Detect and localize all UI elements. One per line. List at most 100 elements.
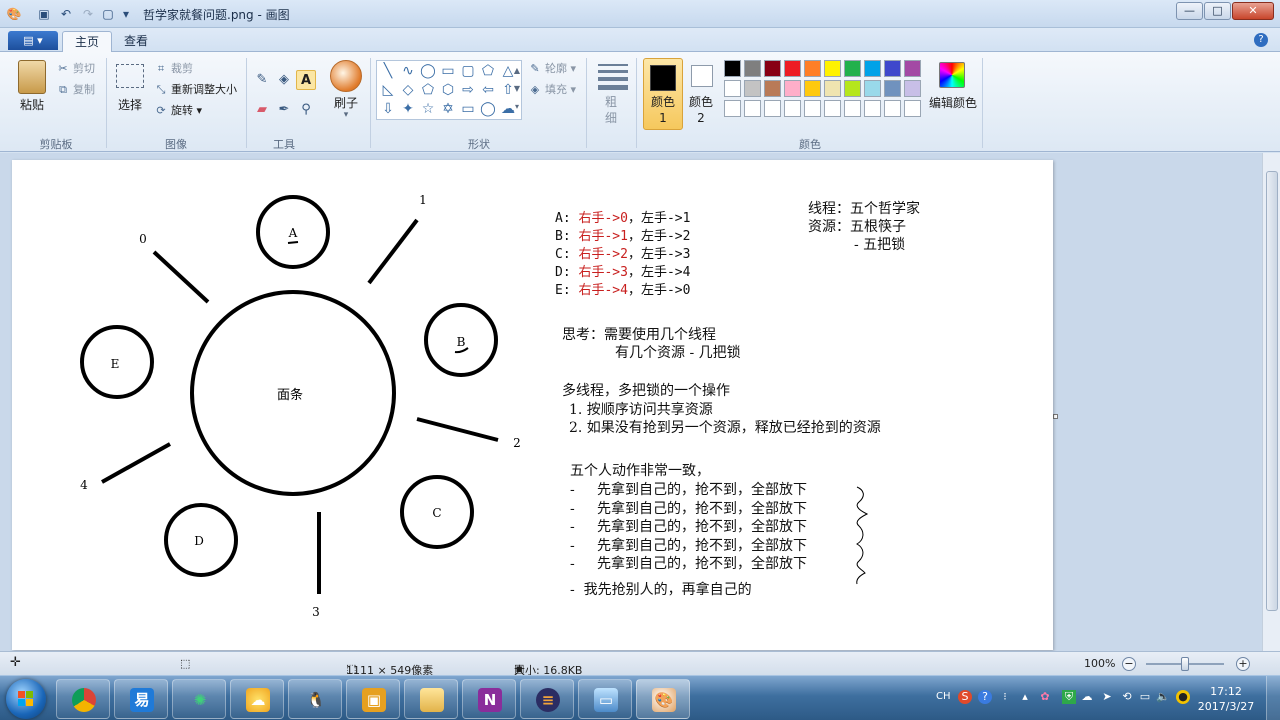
paint-app-icon[interactable]: 🎨	[6, 6, 22, 22]
palette-color-swatch[interactable]	[864, 60, 881, 77]
notification-tray-icon[interactable]: ●	[1176, 690, 1190, 704]
sogou-icon[interactable]: S	[958, 690, 972, 704]
help-tray-icon[interactable]: ?	[978, 690, 992, 704]
palette-color-swatch[interactable]	[824, 80, 841, 97]
taskbar-eclipse[interactable]: ≡	[520, 679, 574, 719]
taskbar-app-blue[interactable]: 易	[114, 679, 168, 719]
palette-color-swatch[interactable]	[804, 80, 821, 97]
pentagon-shape-icon[interactable]: ⬠	[419, 81, 437, 99]
rectangle-callout-shape-icon[interactable]: ▭	[459, 100, 477, 118]
customize-quick-access-icon[interactable]: ▾	[118, 6, 134, 22]
tab-view[interactable]: 查看	[112, 31, 160, 52]
zoom-in-button[interactable]: +	[1236, 657, 1250, 671]
oval-callout-shape-icon[interactable]: ◯	[479, 100, 497, 118]
security-tray-icon[interactable]: ⛨	[1062, 690, 1076, 704]
palette-color-swatch[interactable]	[744, 60, 761, 77]
palette-color-swatch[interactable]	[764, 100, 781, 117]
new-file-icon[interactable]: ▢	[100, 6, 116, 22]
ime-options-icon[interactable]: ⁝	[998, 690, 1012, 704]
palette-color-swatch[interactable]	[884, 100, 901, 117]
undo-icon[interactable]: ↶	[58, 6, 74, 22]
palette-color-swatch[interactable]	[904, 60, 921, 77]
resize-handle-right[interactable]	[1053, 414, 1058, 419]
brushes-button[interactable]: 刷子	[328, 94, 364, 111]
color-picker-icon[interactable]: ✒	[274, 100, 294, 120]
line-shape-icon[interactable]: ╲	[379, 62, 397, 80]
palette-color-swatch[interactable]	[724, 100, 741, 117]
outline-button[interactable]: ✎ 轮廓 ▾	[528, 60, 576, 76]
polygon-shape-icon[interactable]: ⬠	[479, 62, 497, 80]
taskbar-explorer[interactable]	[404, 679, 458, 719]
palette-color-swatch[interactable]	[884, 60, 901, 77]
curve-shape-icon[interactable]: ∿	[399, 62, 417, 80]
palette-color-swatch[interactable]	[904, 80, 921, 97]
palette-color-swatch[interactable]	[784, 60, 801, 77]
zoom-out-button[interactable]: −	[1122, 657, 1136, 671]
fill-bucket-icon[interactable]: ◈	[274, 70, 294, 90]
size-button[interactable]: 粗细	[600, 94, 622, 126]
brush-icon[interactable]	[330, 60, 362, 92]
palette-color-swatch[interactable]	[784, 100, 801, 117]
select-icon[interactable]	[116, 64, 144, 88]
palette-color-swatch[interactable]	[804, 60, 821, 77]
save-icon[interactable]: ▣	[36, 6, 52, 22]
palette-color-swatch[interactable]	[844, 80, 861, 97]
send-tray-icon[interactable]: ➤	[1100, 690, 1114, 704]
sync-tray-icon[interactable]: ⟲	[1120, 690, 1134, 704]
help-icon[interactable]: ?	[1254, 33, 1268, 47]
palette-color-swatch[interactable]	[844, 100, 861, 117]
four-point-star-shape-icon[interactable]: ✦	[399, 100, 417, 118]
crop-button[interactable]: ⌗ 裁剪	[154, 60, 193, 76]
palette-color-swatch[interactable]	[864, 80, 881, 97]
edit-colors-button[interactable]: 编辑颜色	[926, 94, 980, 111]
taskbar-app-screen[interactable]: ▭	[578, 679, 632, 719]
zoom-slider-thumb[interactable]	[1181, 657, 1189, 671]
palette-color-swatch[interactable]	[744, 100, 761, 117]
right-arrow-shape-icon[interactable]: ⇨	[459, 81, 477, 99]
vertical-scrollbar[interactable]	[1262, 153, 1280, 651]
start-button[interactable]	[6, 679, 46, 719]
palette-color-swatch[interactable]	[864, 100, 881, 117]
language-indicator[interactable]: CH	[936, 690, 951, 704]
left-arrow-shape-icon[interactable]: ⇦	[479, 81, 497, 99]
palette-color-swatch[interactable]	[784, 80, 801, 97]
rectangle-shape-icon[interactable]: ▭	[439, 62, 457, 80]
size-icon[interactable]	[598, 64, 628, 90]
paste-button[interactable]: 粘贴	[16, 96, 48, 113]
redo-icon[interactable]: ↷	[80, 6, 96, 22]
palette-color-swatch[interactable]	[884, 80, 901, 97]
taskbar-paint[interactable]: 🎨	[636, 679, 690, 719]
rainbow-palette-icon[interactable]	[939, 62, 965, 88]
copy-button[interactable]: ⧉ 复制	[56, 81, 95, 97]
eraser-icon[interactable]: ▰	[252, 100, 272, 120]
color2-swatch[interactable]	[691, 65, 713, 87]
down-arrow-shape-icon[interactable]: ⇩	[379, 100, 397, 118]
show-desktop-button[interactable]	[1266, 676, 1280, 720]
palette-color-swatch[interactable]	[824, 60, 841, 77]
diamond-shape-icon[interactable]: ◇	[399, 81, 417, 99]
show-hidden-icons[interactable]: ▴	[1018, 690, 1032, 704]
drawing-canvas[interactable]: 面条 A B C D E 0 1 2 3 4 A: 右手->0，左手->1 B:…	[12, 160, 1053, 650]
right-triangle-shape-icon[interactable]: ◺	[379, 81, 397, 99]
scroll-thumb[interactable]	[1266, 171, 1278, 611]
minimize-button[interactable]: —	[1176, 2, 1203, 20]
rounded-rectangle-shape-icon[interactable]: ▢	[459, 62, 477, 80]
network-icon[interactable]: ▭	[1138, 690, 1152, 704]
hexagon-shape-icon[interactable]: ⬡	[439, 81, 457, 99]
pencil-icon[interactable]: ✎	[252, 70, 272, 90]
taskbar-onenote[interactable]: N	[462, 679, 516, 719]
oval-shape-icon[interactable]: ◯	[419, 62, 437, 80]
palette-color-swatch[interactable]	[724, 80, 741, 97]
shapes-scroll[interactable]: ▲ ▼ ▾	[512, 62, 522, 118]
flower-tray-icon[interactable]: ✿	[1038, 690, 1052, 704]
palette-color-swatch[interactable]	[764, 60, 781, 77]
rotate-button[interactable]: ⟳ 旋转 ▾	[154, 102, 202, 118]
text-tool-icon[interactable]: A	[296, 70, 316, 90]
taskbar-app-weather[interactable]: ☁	[230, 679, 284, 719]
select-button[interactable]: 选择	[112, 96, 148, 113]
clock[interactable]: 17:12 2017/3/27	[1196, 684, 1256, 714]
cloud-tray-icon[interactable]: ☁	[1080, 690, 1094, 704]
palette-color-swatch[interactable]	[824, 100, 841, 117]
palette-color-swatch[interactable]	[904, 100, 921, 117]
fill-button[interactable]: ◈ 填充 ▾	[528, 81, 576, 97]
